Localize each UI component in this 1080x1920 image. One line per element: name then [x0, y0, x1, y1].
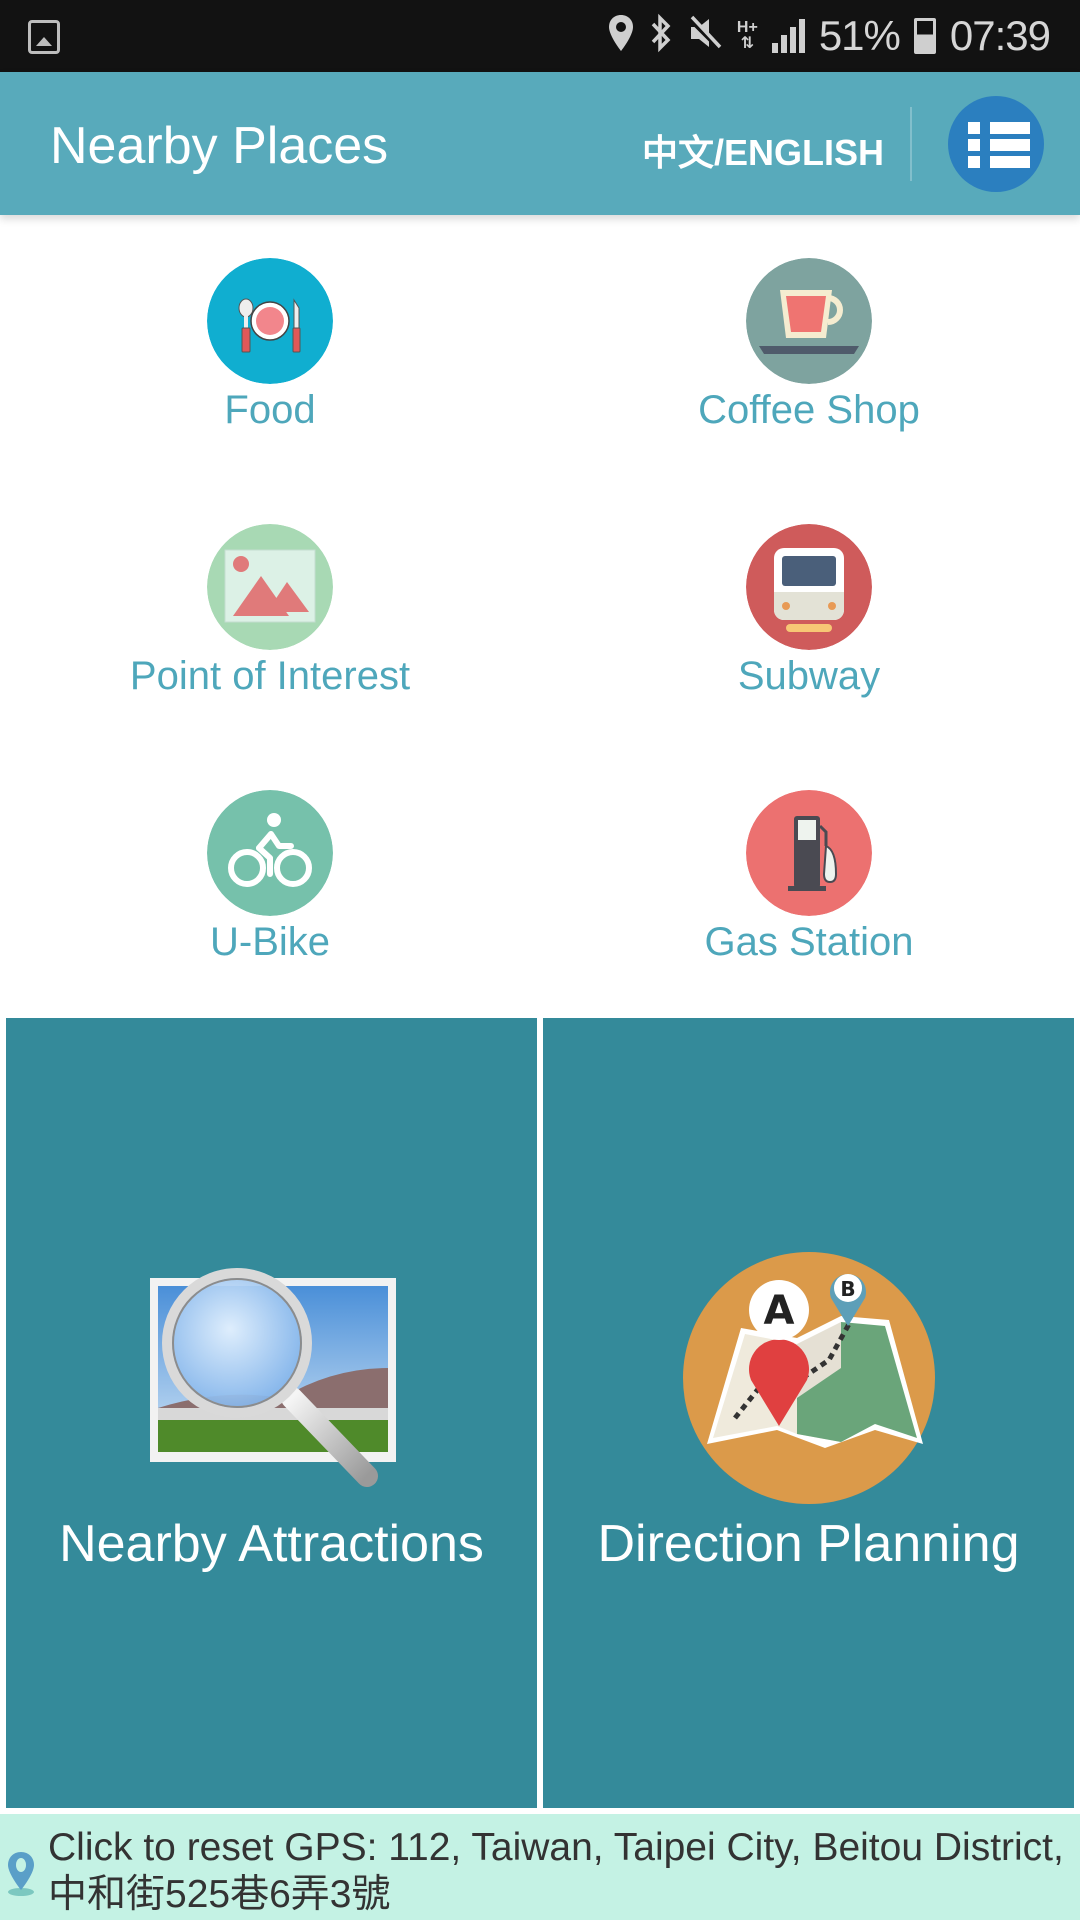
- tile-label: Nearby Attractions: [59, 1515, 484, 1573]
- category-label: Point of Interest: [129, 654, 411, 698]
- status-icons: H+ ⇅ 51% 07:39: [607, 0, 1051, 72]
- clock: 07:39: [949, 12, 1051, 59]
- reset-gps-bar[interactable]: Click to reset GPS: 112, Taiwan, Taipei …: [0, 1814, 1080, 1920]
- category-coffee-shop[interactable]: Coffee Shop: [539, 215, 1079, 481]
- category-u-bike[interactable]: U-Bike: [0, 747, 540, 1013]
- mute-icon: [687, 13, 723, 59]
- location-pin-icon: [8, 1852, 34, 1896]
- location-icon: [607, 13, 635, 59]
- category-label: Gas Station: [704, 920, 914, 964]
- app-header: Nearby Places 中文/ENGLISH: [0, 72, 1080, 215]
- network-hplus-icon: H+ ⇅: [736, 19, 758, 52]
- svg-text:A: A: [763, 1288, 794, 1334]
- gps-address-text: Click to reset GPS: 112, Taiwan, Taipei …: [48, 1826, 1064, 1916]
- signal-icon: [771, 19, 805, 53]
- map-route-a-b-icon: A B: [679, 1248, 939, 1508]
- gas-pump-icon: [746, 790, 872, 916]
- magnifier-photo-icon: [142, 1248, 402, 1508]
- language-toggle-button[interactable]: 中文/ENGLISH: [642, 124, 884, 176]
- status-bar: H+ ⇅ 51% 07:39: [0, 0, 1080, 72]
- bicycle-icon: [207, 790, 333, 916]
- bluetooth-icon: [649, 13, 673, 59]
- subway-train-icon: [746, 524, 872, 650]
- page-title: Nearby Places: [50, 117, 389, 175]
- category-label: U-Bike: [209, 920, 331, 964]
- direction-planning-tile[interactable]: A B Direction Planning: [543, 1018, 1074, 1808]
- category-point-of-interest[interactable]: Point of Interest: [0, 481, 540, 747]
- svg-text:B: B: [840, 1277, 855, 1301]
- coffee-cup-icon: [746, 258, 872, 384]
- food-plate-icon: [207, 258, 333, 384]
- category-food[interactable]: Food: [0, 215, 540, 481]
- category-label: Food: [224, 388, 316, 432]
- header-divider: [910, 107, 912, 181]
- nearby-attractions-tile[interactable]: Nearby Attractions: [6, 1018, 537, 1808]
- category-gas-station[interactable]: Gas Station: [539, 747, 1079, 1013]
- category-label: Coffee Shop: [698, 388, 920, 432]
- category-grid: Food Coffee Shop Point of Interest Subwa…: [0, 215, 1080, 1015]
- tile-label: Direction Planning: [597, 1515, 1020, 1573]
- category-subway[interactable]: Subway: [539, 481, 1079, 747]
- gallery-notification-icon: [28, 20, 60, 54]
- battery-percent: 51%: [818, 12, 901, 59]
- battery-charging-icon: [913, 18, 936, 54]
- landscape-picture-icon: [207, 524, 333, 650]
- menu-button[interactable]: [948, 96, 1044, 192]
- category-label: Subway: [737, 654, 881, 698]
